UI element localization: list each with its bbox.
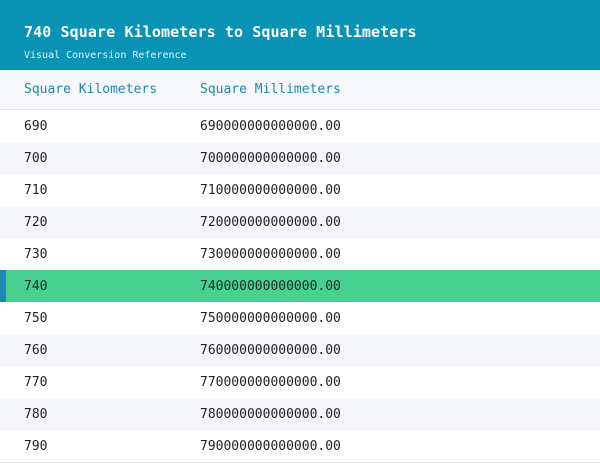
table-bottom-divider xyxy=(0,462,600,463)
km2-cell: 700 xyxy=(24,150,48,166)
mm2-cell: 700000000000000.00 xyxy=(200,150,341,166)
mm2-cell: 730000000000000.00 xyxy=(200,246,341,262)
km2-cell: 720 xyxy=(24,214,48,230)
column-header-square-millimeters: Square Millimeters xyxy=(200,82,341,97)
km2-cell: 710 xyxy=(24,182,48,198)
km2-cell: 740 xyxy=(24,278,48,294)
mm2-cell: 710000000000000.00 xyxy=(200,182,341,198)
table-row: 750 750000000000000.00 xyxy=(0,302,600,334)
table-header: Square Kilometers Square Millimeters xyxy=(0,70,600,110)
table-row: 760 760000000000000.00 xyxy=(0,334,600,366)
mm2-cell: 690000000000000.00 xyxy=(200,118,341,134)
mm2-cell: 720000000000000.00 xyxy=(200,214,341,230)
table-row: 730 730000000000000.00 xyxy=(0,238,600,270)
km2-cell: 780 xyxy=(24,406,48,422)
km2-cell: 770 xyxy=(24,374,48,390)
column-header-square-kilometers: Square Kilometers xyxy=(24,82,158,97)
mm2-cell: 750000000000000.00 xyxy=(200,310,341,326)
mm2-cell: 740000000000000.00 xyxy=(200,278,341,294)
mm2-cell: 780000000000000.00 xyxy=(200,406,341,422)
km2-cell: 730 xyxy=(24,246,48,262)
table-row: 700 700000000000000.00 xyxy=(0,142,600,174)
mm2-cell: 760000000000000.00 xyxy=(200,342,341,358)
km2-cell: 760 xyxy=(24,342,48,358)
km2-cell: 750 xyxy=(24,310,48,326)
km2-cell: 790 xyxy=(24,438,48,454)
page-subtitle: Visual Conversion Reference xyxy=(24,50,187,61)
km2-cell: 690 xyxy=(24,118,48,134)
table-row: 780 780000000000000.00 xyxy=(0,398,600,430)
table-row: 690 690000000000000.00 xyxy=(0,110,600,142)
table-row: 790 790000000000000.00 xyxy=(0,430,600,462)
table-row: 770 770000000000000.00 xyxy=(0,366,600,398)
table-row: 710 710000000000000.00 xyxy=(0,174,600,206)
conversion-table-body: 690 690000000000000.00 700 7000000000000… xyxy=(0,110,600,463)
page-title: 740 Square Kilometers to Square Millimet… xyxy=(24,23,417,41)
mm2-cell: 770000000000000.00 xyxy=(200,374,341,390)
page-header: 740 Square Kilometers to Square Millimet… xyxy=(0,0,600,70)
table-row: 720 720000000000000.00 xyxy=(0,206,600,238)
highlighted-table-row: 740 740000000000000.00 xyxy=(0,270,600,302)
mm2-cell: 790000000000000.00 xyxy=(200,438,341,454)
